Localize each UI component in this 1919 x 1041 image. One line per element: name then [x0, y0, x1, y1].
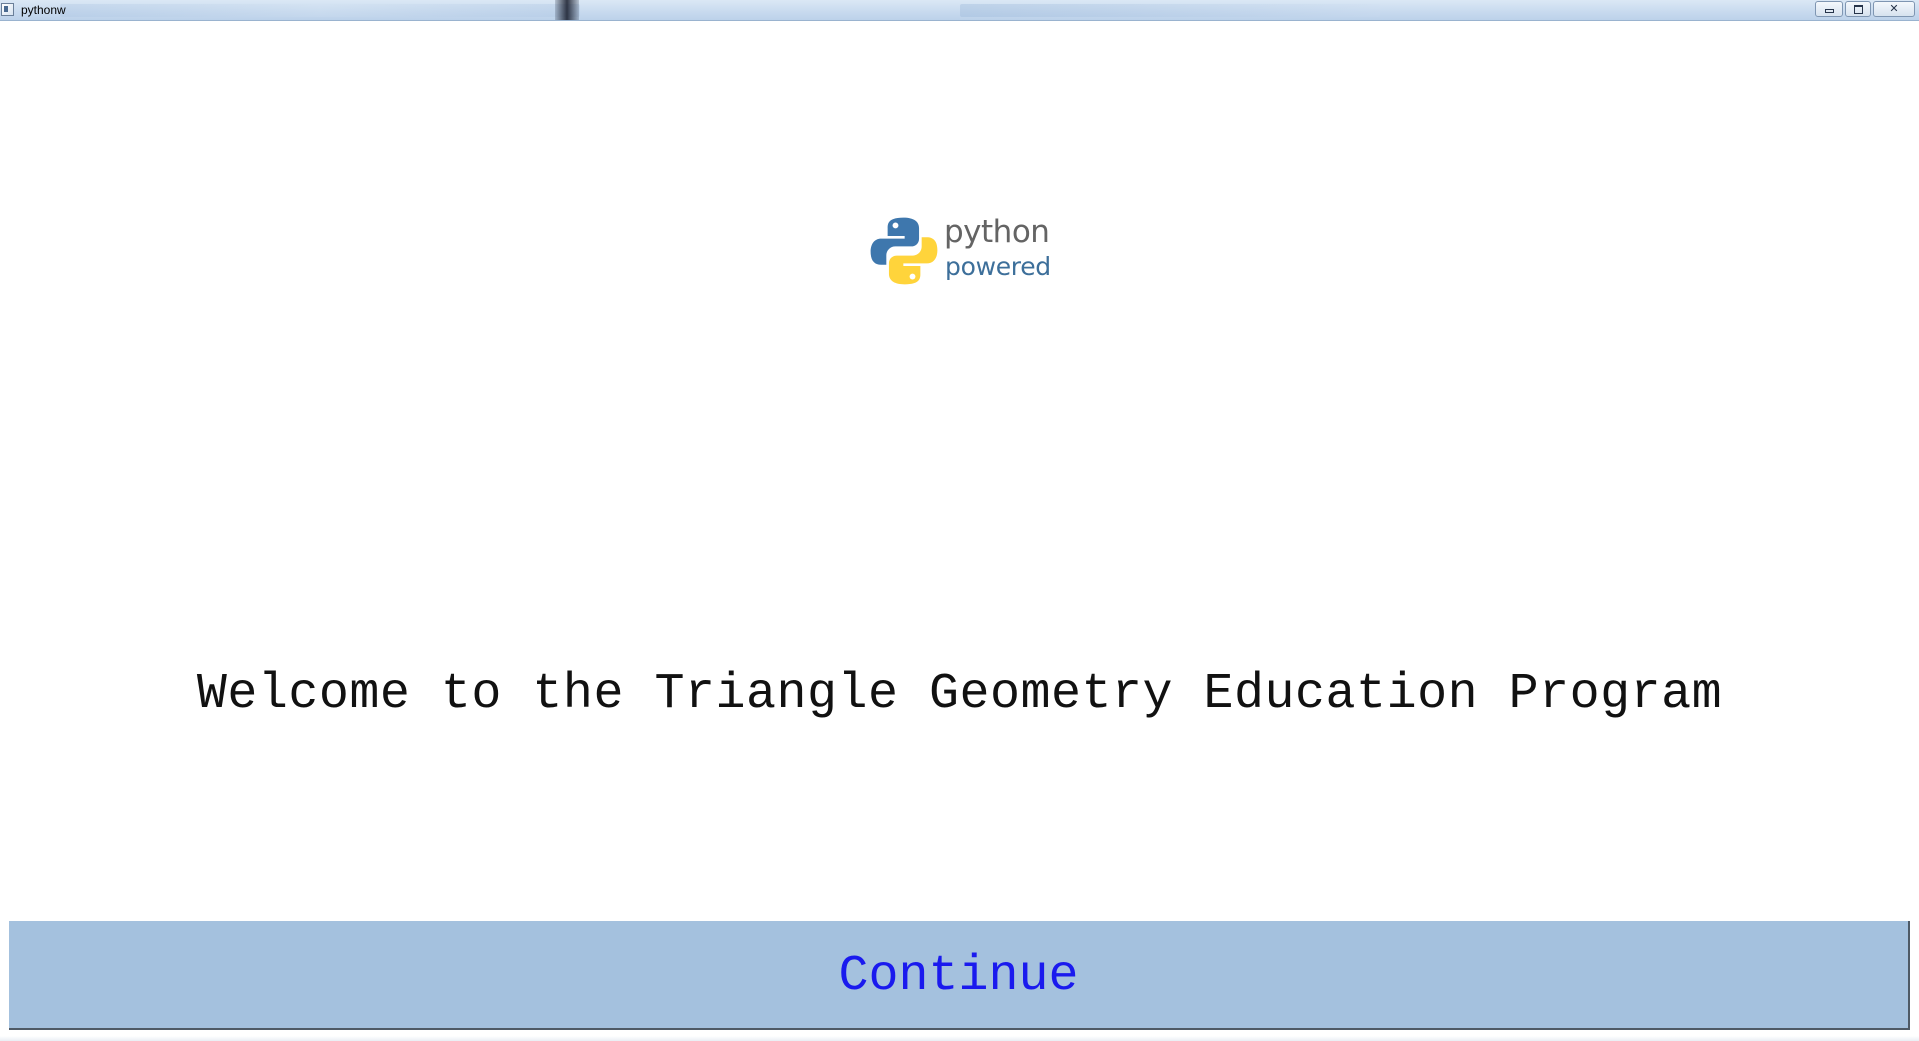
- window-bottom-edge: [0, 1036, 1919, 1041]
- continue-button-label: Continue: [838, 947, 1079, 1005]
- minimize-button[interactable]: [1815, 1, 1843, 17]
- close-icon: ✕: [1889, 2, 1899, 15]
- title-bar[interactable]: pythonw ✕: [0, 0, 1919, 21]
- welcome-heading: Welcome to the Triangle Geometry Educati…: [196, 666, 1723, 723]
- window-title: pythonw: [21, 3, 66, 17]
- window-app-icon[interactable]: [1, 3, 14, 16]
- title-bar-reflection-right: [960, 4, 1380, 17]
- python-powered-logo: python powered: [868, 215, 1058, 290]
- app-window: pythonw ✕ python powered Welcome to the …: [0, 0, 1919, 1041]
- maximize-icon: [1853, 4, 1863, 14]
- logo-text-powered: powered: [945, 252, 1051, 281]
- logo-text-python: python: [944, 214, 1050, 250]
- close-button[interactable]: ✕: [1873, 1, 1915, 17]
- python-logo-icon: [870, 217, 938, 285]
- continue-button[interactable]: Continue: [9, 921, 1910, 1030]
- title-bar-reflection-dark: [555, 0, 579, 20]
- title-bar-reflection: [60, 4, 580, 17]
- maximize-button[interactable]: [1845, 1, 1871, 17]
- minimize-icon: [1824, 9, 1834, 13]
